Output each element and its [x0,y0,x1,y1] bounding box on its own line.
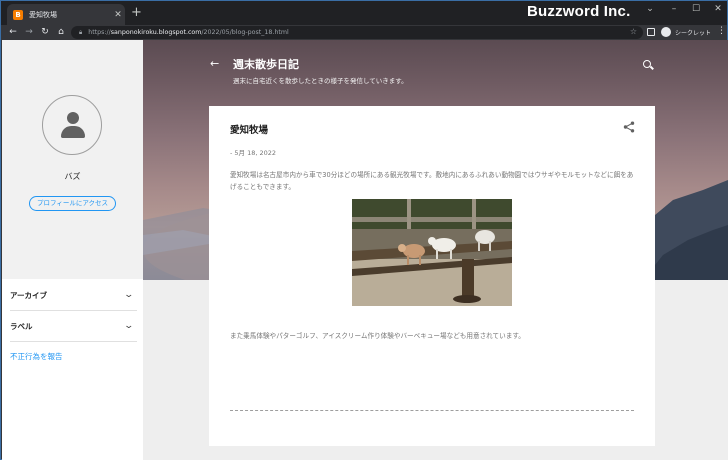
share-icon[interactable] [623,121,635,133]
close-tab-icon[interactable]: ✕ [113,10,123,20]
brand-watermark: Buzzword Inc. [527,3,631,20]
incognito-icon [661,27,671,37]
visit-profile-button[interactable]: プロフィールにアクセス [29,196,116,211]
browser-toolbar: ← → ↻ ⌂ 🔒︎ https://sanponokiroku.blogspo… [1,25,727,40]
sidebar-section-labels[interactable]: ラベル ⌄ [10,311,137,342]
post-card: 愛知牧場 - 5月 18, 2022 愛知牧場は名古屋市内から車で30分ほどの場… [209,106,655,446]
avatar-head-icon [67,112,79,124]
profile-name: バズ [64,172,81,181]
new-tab-icon[interactable]: + [131,6,142,20]
window-close-icon[interactable]: ✕ [711,4,725,14]
more-menu-icon[interactable]: ⋮ [717,26,726,36]
url-text: https://sanponokiroku.blogspot.com/2022/… [88,29,289,36]
back-arrow-icon[interactable]: ← [210,57,219,70]
lock-icon: 🔒︎ [79,28,83,36]
incognito-label: シークレット [675,29,712,37]
tab-title: 愛知牧場 [29,10,57,19]
post-date: - 5月 18, 2022 [230,149,277,157]
labels-label: ラベル [10,321,33,331]
sidebar: バズ プロフィールにアクセス アーカイブ ⌄ ラベル ⌄ 不正行為を報告 [2,40,143,460]
minimize-icon[interactable]: – [667,4,681,14]
maximize-icon[interactable]: ☐ [689,4,703,14]
blog-description: 週末に自宅近くを散歩したときの様子を発信していきます。 [233,77,408,85]
chevron-down-icon: ⌄ [123,321,135,331]
blogger-favicon-icon: B [13,9,23,20]
reload-icon[interactable]: ↻ [39,26,51,38]
bookmark-star-icon[interactable]: ☆ [630,27,637,36]
browser-tab[interactable]: B 愛知牧場 ✕ [7,4,125,25]
sidebar-section-archive[interactable]: アーカイブ ⌄ [10,280,137,311]
post-paragraph: また乗馬体験やパターゴルフ、アイスクリーム作り体験やバーベキュー場なども用意され… [230,332,525,340]
tab-search-icon[interactable]: ⌄ [643,4,657,14]
report-abuse-link[interactable]: 不正行為を報告 [10,351,63,362]
archive-label: アーカイブ [10,290,48,300]
blog-title[interactable]: 週末散歩日記 [233,56,299,72]
home-icon[interactable]: ⌂ [55,26,67,38]
back-icon[interactable]: ← [7,26,19,38]
address-bar[interactable]: 🔒︎ https://sanponokiroku.blogspot.com/20… [71,26,643,39]
post-title: 愛知牧場 [230,125,269,136]
avatar-body-icon [61,126,85,138]
page-viewport: バズ プロフィールにアクセス アーカイブ ⌄ ラベル ⌄ 不正行為を報告 ← 週… [2,40,728,460]
chevron-down-icon: ⌄ [123,290,135,300]
post-divider [230,410,634,411]
avatar[interactable] [42,95,102,155]
side-panel-icon[interactable] [647,28,655,36]
post-paragraph: 愛知牧場は名古屋市内から車で30分ほどの場所にある観光牧場です。敷地内にあるふれ… [230,171,634,191]
incognito-indicator[interactable]: シークレット [661,26,711,38]
search-icon[interactable] [643,60,651,68]
profile-panel: バズ プロフィールにアクセス [2,40,143,279]
goat-photo-illustration [352,199,512,306]
post-photo-goats[interactable] [352,199,512,306]
tab-strip: B 愛知牧場 ✕ + Buzzword Inc. ⌄ – ☐ ✕ [1,1,727,25]
browser-window: B 愛知牧場 ✕ + Buzzword Inc. ⌄ – ☐ ✕ ← → ↻ ⌂… [0,0,728,460]
forward-icon[interactable]: → [23,26,35,38]
